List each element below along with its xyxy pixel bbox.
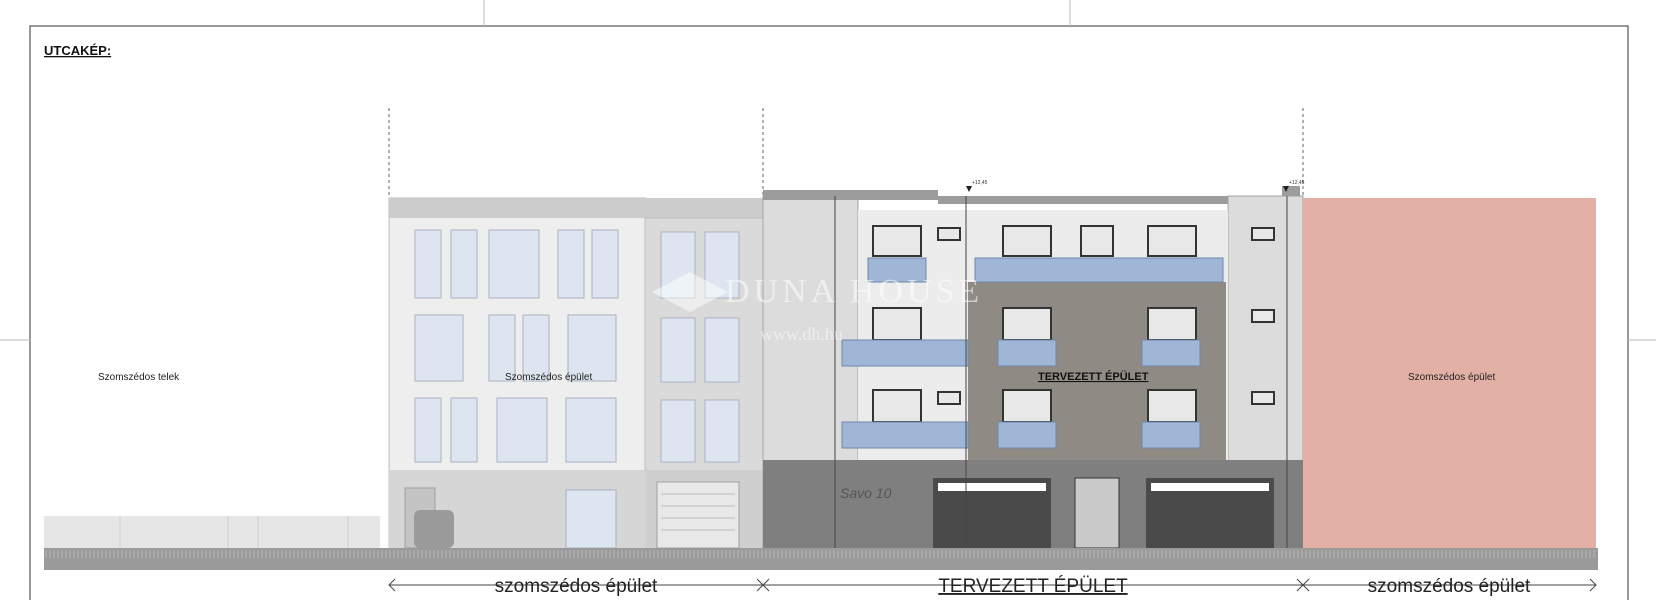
neighbor-plot-wall	[44, 516, 380, 548]
watermark-url: www.dh.hu	[760, 324, 843, 344]
sheet-title: UTCAKÉP:	[44, 43, 111, 58]
street-number-label: Savo 10	[840, 485, 892, 501]
street-elevation-drawing: UTCAKÉP: Szomszédos telek Szomszédos épü…	[0, 0, 1656, 600]
neighbor-plot-label: Szomszédos telek	[98, 372, 180, 383]
neighbor-building-right-label: Szomszédos épület	[1408, 372, 1495, 383]
planned-building-label: TERVEZETT ÉPÜLET	[1038, 370, 1149, 383]
svg-text:+12,45: +12,45	[972, 180, 988, 186]
svg-text:+12,45: +12,45	[1289, 180, 1305, 186]
dim-label-left: szomszédos épület	[495, 576, 658, 597]
watermark-brand: DUNA HOUSE	[725, 273, 983, 310]
dim-label-right: szomszédos épület	[1368, 576, 1531, 597]
dimension-line	[44, 570, 1598, 600]
neighbor-building-left-label: Szomszédos épület	[505, 372, 592, 383]
dim-label-center: TERVEZETT ÉPÜLET	[938, 576, 1128, 597]
ground-strip	[44, 548, 1598, 570]
